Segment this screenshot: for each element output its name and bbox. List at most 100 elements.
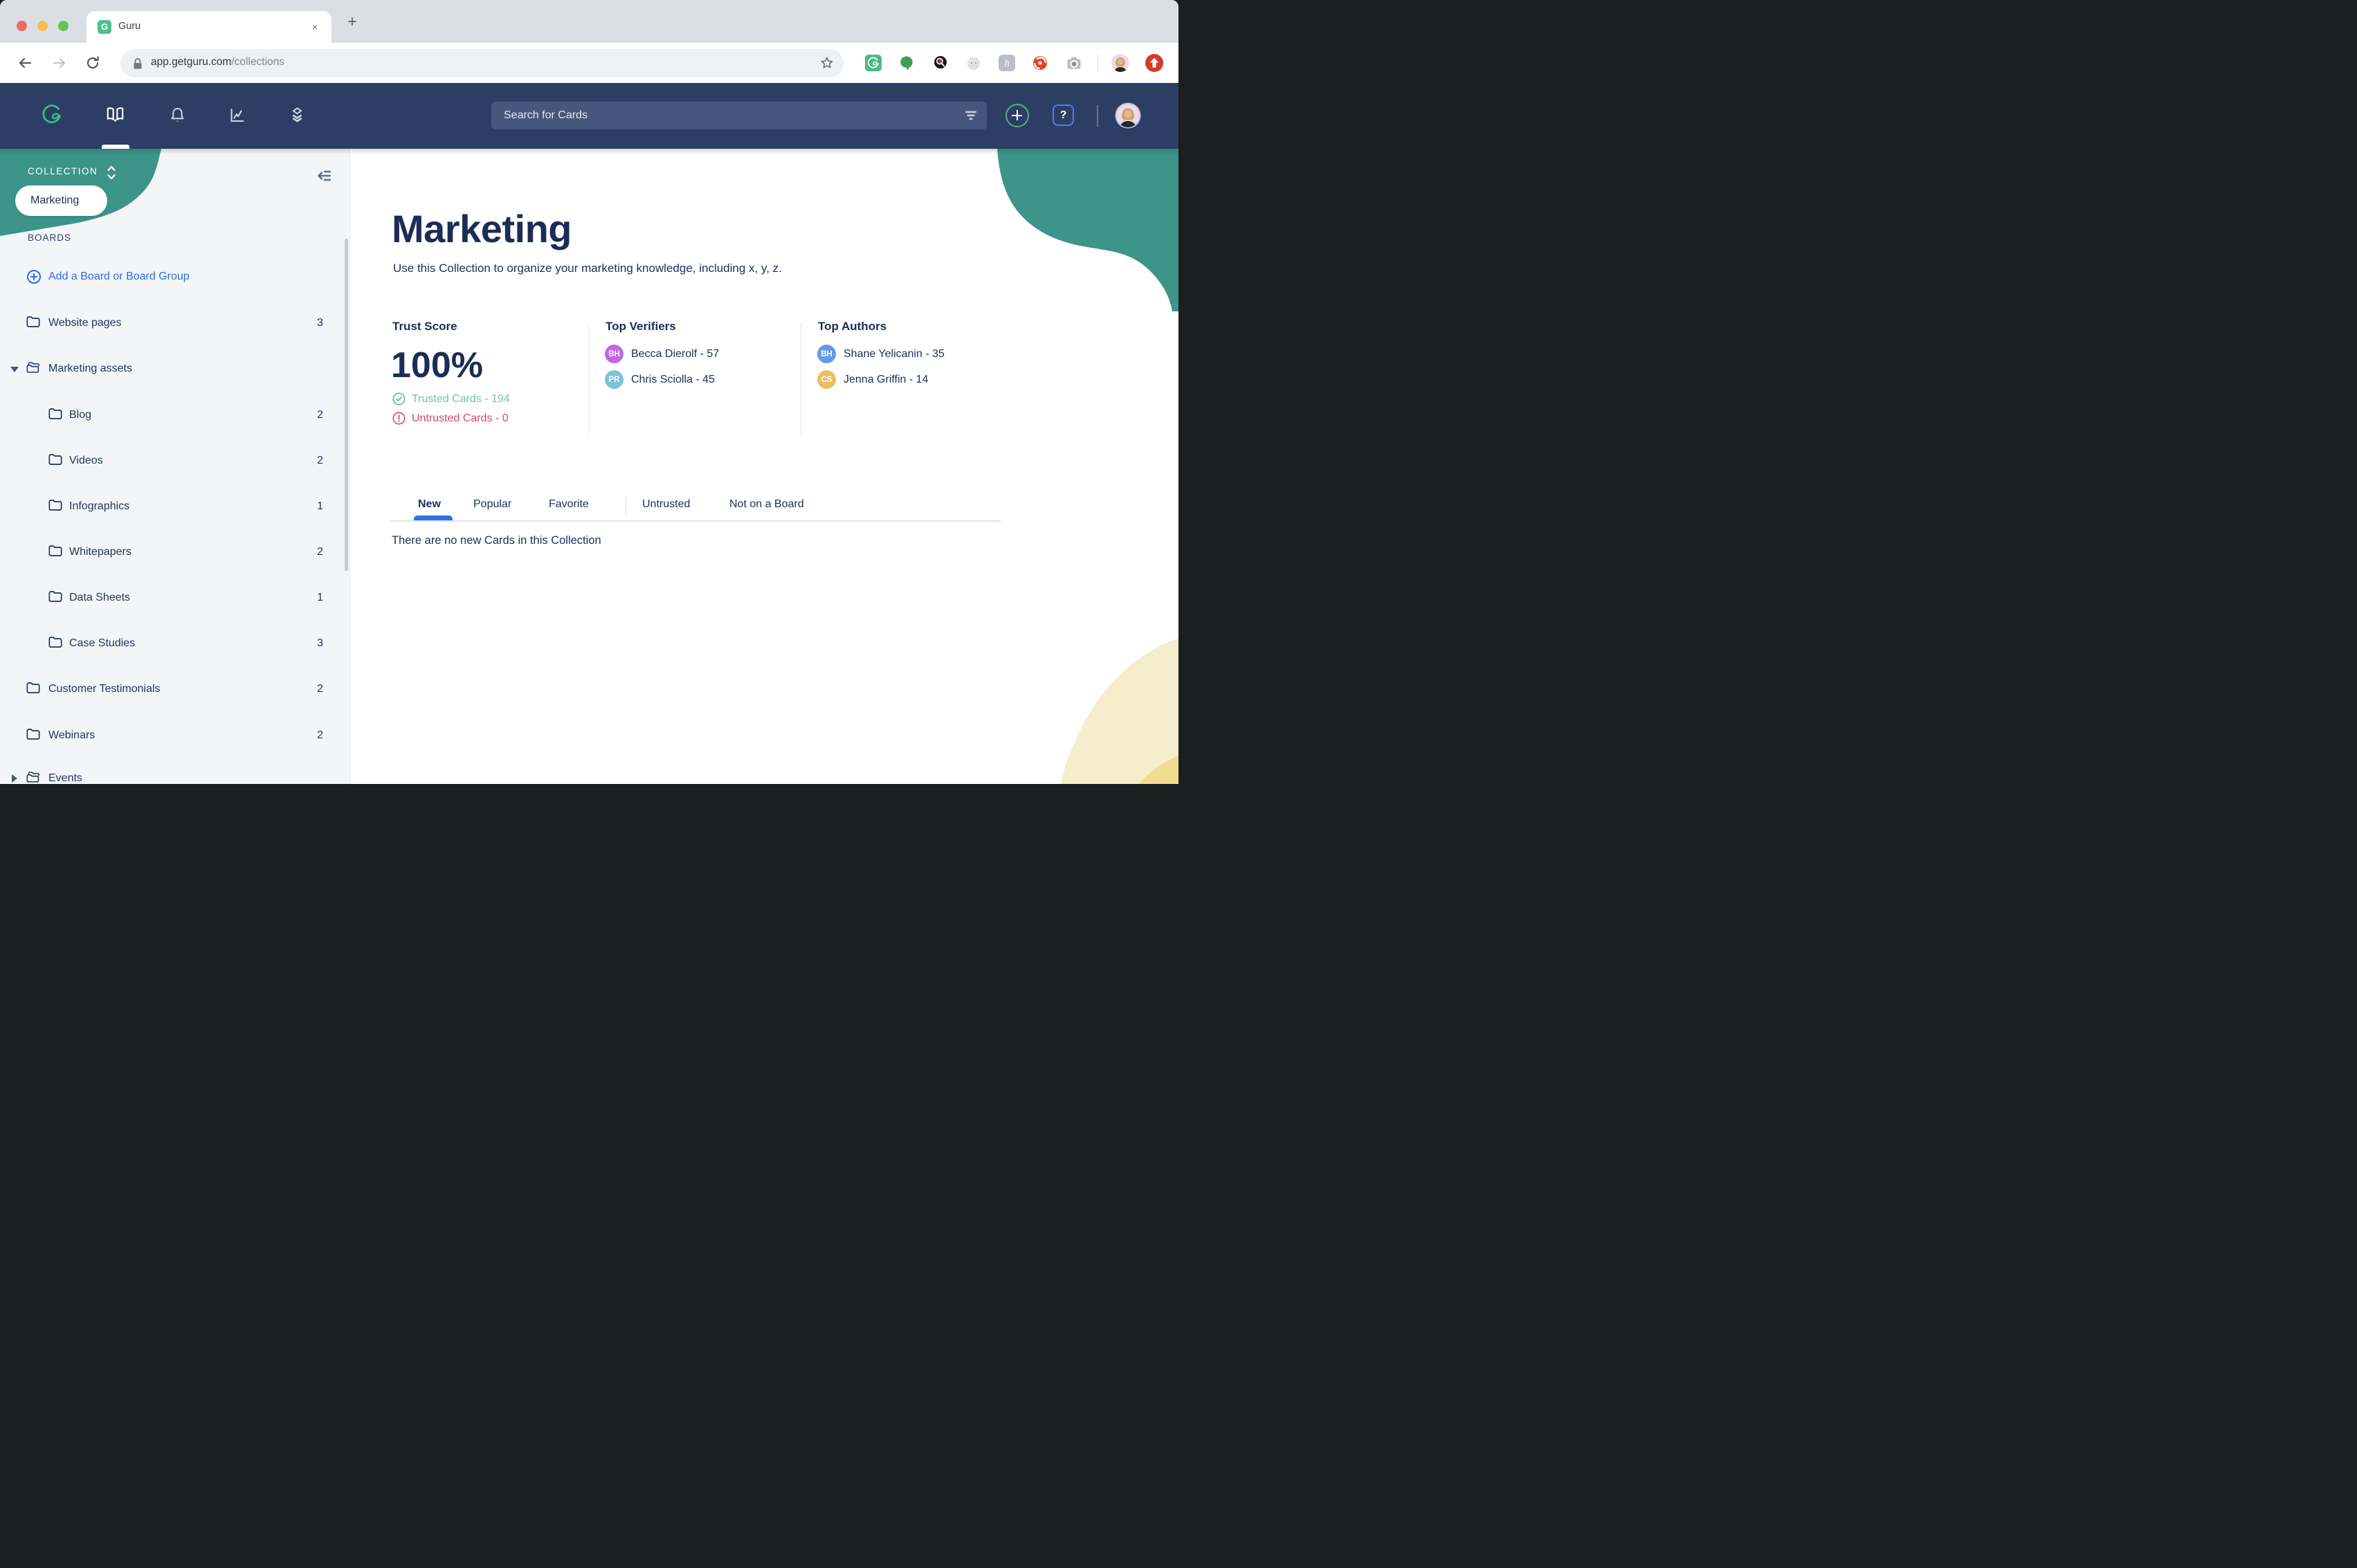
tab-popular[interactable]: Popular	[473, 498, 511, 511]
collection-switcher-chevrons-icon[interactable]	[106, 164, 117, 185]
board-count: 2	[307, 409, 323, 421]
bookmark-star-icon[interactable]	[819, 55, 835, 74]
board-count: 3	[307, 637, 323, 650]
author-name: Jenna Griffin - 14	[844, 374, 928, 386]
sidebar-item-blog[interactable]: Blog 2	[0, 405, 349, 426]
trust-score-header: Trust Score	[392, 320, 457, 334]
notifications-bell-icon[interactable]	[168, 106, 187, 128]
trusted-cards-row[interactable]: Trusted Cards - 194	[392, 392, 510, 405]
camera-extension-icon[interactable]	[1066, 55, 1082, 71]
boards-section-header: BOARDS	[28, 233, 71, 243]
chat-bubble-extension-icon[interactable]	[898, 55, 915, 71]
author-avatar: CS	[817, 370, 836, 389]
user-avatar[interactable]	[1116, 104, 1140, 127]
teal-blob-decoration	[992, 149, 1178, 311]
reload-button[interactable]	[85, 55, 100, 71]
browser-tab[interactable]: G Guru ×	[87, 11, 331, 43]
navbar-divider	[1097, 105, 1098, 127]
sidebar-item-videos[interactable]: Videos 2	[0, 451, 349, 472]
sidebar-item-webinars[interactable]: Webinars 2	[0, 726, 349, 747]
board-label: Webinars	[48, 729, 95, 742]
sidebar-scrollbar[interactable]	[345, 239, 348, 571]
collapsed-caret-icon[interactable]	[12, 774, 17, 783]
top-verifiers-header: Top Verifiers	[606, 320, 676, 334]
board-label: Videos	[69, 455, 103, 467]
back-button[interactable]	[17, 55, 33, 71]
verifier-avatar: PR	[605, 370, 624, 389]
author-name: Shane Yelicanin - 35	[844, 348, 945, 361]
board-count: 1	[307, 500, 323, 513]
board-label: Customer Testimonials	[48, 683, 161, 695]
create-card-button[interactable]	[1005, 104, 1029, 127]
search-bar[interactable]	[491, 102, 987, 129]
board-label: Case Studies	[69, 637, 135, 650]
forward-button[interactable]	[52, 55, 67, 71]
search-filter-icon[interactable]	[965, 109, 977, 125]
sidebar: COLLECTION Marketing BOARDS Add a Board …	[0, 149, 349, 784]
guru-logo[interactable]	[41, 104, 64, 131]
author-row[interactable]: CS Jenna Griffin - 14	[817, 370, 928, 389]
folder-icon	[48, 453, 62, 469]
pinwheel-extension-icon[interactable]	[1032, 55, 1048, 71]
help-button[interactable]: ?	[1053, 104, 1074, 126]
circled-plus-icon	[26, 269, 42, 288]
board-count: 3	[307, 317, 323, 329]
tab-favorite[interactable]: Favorite	[549, 498, 589, 511]
sidebar-item-infographics[interactable]: Infographics 1	[0, 497, 349, 518]
address-bar[interactable]: app.getguru.com/collections	[120, 49, 844, 78]
analytics-chart-icon[interactable]	[228, 106, 246, 128]
empty-state-message: There are no new Cards in this Collectio…	[392, 534, 601, 547]
sidebar-item-case-studies[interactable]: Case Studies 3	[0, 634, 349, 655]
board-count: 2	[307, 729, 323, 742]
verifier-row[interactable]: BH Becca Dierolf - 57	[605, 345, 719, 363]
lock-icon	[131, 57, 144, 74]
h-extension-icon[interactable]: h	[999, 55, 1015, 71]
layers-icon[interactable]	[288, 106, 307, 128]
collection-name-pill[interactable]: Marketing	[15, 185, 107, 216]
add-board-button[interactable]: Add a Board or Board Group	[0, 267, 349, 288]
guru-favicon: G	[98, 20, 111, 34]
collection-switcher-label[interactable]: COLLECTION	[28, 166, 98, 176]
board-label: Infographics	[69, 500, 129, 513]
board-label: Blog	[69, 409, 91, 421]
guru-extension-icon[interactable]	[865, 55, 882, 71]
board-group-label: Marketing assets	[48, 363, 132, 375]
author-row[interactable]: BH Shane Yelicanin - 35	[817, 345, 945, 363]
page-title: Marketing	[392, 206, 572, 251]
search-input[interactable]	[502, 102, 945, 129]
expanded-caret-icon[interactable]	[10, 367, 19, 372]
tab-new[interactable]: New	[418, 498, 441, 511]
sidebar-item-events[interactable]: Events	[0, 769, 349, 784]
tab-not-on-a-board[interactable]: Not on a Board	[729, 498, 804, 511]
verifier-row[interactable]: PR Chris Sciolla - 45	[605, 370, 715, 389]
window-zoom-button[interactable]	[58, 21, 69, 31]
folder-icon	[48, 499, 62, 515]
tabs-underline	[390, 520, 1001, 522]
sidebar-item-website-pages[interactable]: Website pages 3	[0, 313, 349, 334]
tab-untrusted[interactable]: Untrusted	[642, 498, 690, 511]
board-count: 2	[307, 455, 323, 467]
folder-icon	[26, 316, 40, 331]
window-close-button[interactable]	[17, 21, 27, 31]
cards-book-icon[interactable]	[106, 106, 125, 128]
trusted-cards-label: Trusted Cards - 194	[412, 393, 510, 405]
sidebar-item-customer-testimonials[interactable]: Customer Testimonials 2	[0, 680, 349, 700]
window-minimize-button[interactable]	[37, 21, 48, 31]
app-navbar: ?	[0, 83, 1178, 149]
browser-update-button[interactable]	[1145, 54, 1163, 72]
sidebar-item-data-sheets[interactable]: Data Sheets 1	[0, 588, 349, 609]
cat-extension-icon[interactable]	[965, 55, 982, 71]
magnifier-extension-icon[interactable]	[932, 55, 949, 71]
check-circle-icon	[392, 392, 406, 405]
browser-profile-avatar[interactable]	[1111, 54, 1129, 72]
alert-circle-icon	[392, 412, 406, 425]
new-tab-button[interactable]: +	[343, 14, 361, 32]
url-text: app.getguru.com/collections	[151, 56, 284, 69]
tab-close-icon[interactable]: ×	[308, 20, 322, 34]
sidebar-item-marketing-assets[interactable]: Marketing assets	[0, 359, 349, 380]
sidebar-item-whitepapers[interactable]: Whitepapers 2	[0, 543, 349, 563]
collapse-sidebar-icon[interactable]	[315, 167, 333, 188]
untrusted-cards-label: Untrusted Cards - 0	[412, 412, 509, 425]
folder-icon	[48, 545, 62, 560]
untrusted-cards-row[interactable]: Untrusted Cards - 0	[392, 412, 509, 425]
